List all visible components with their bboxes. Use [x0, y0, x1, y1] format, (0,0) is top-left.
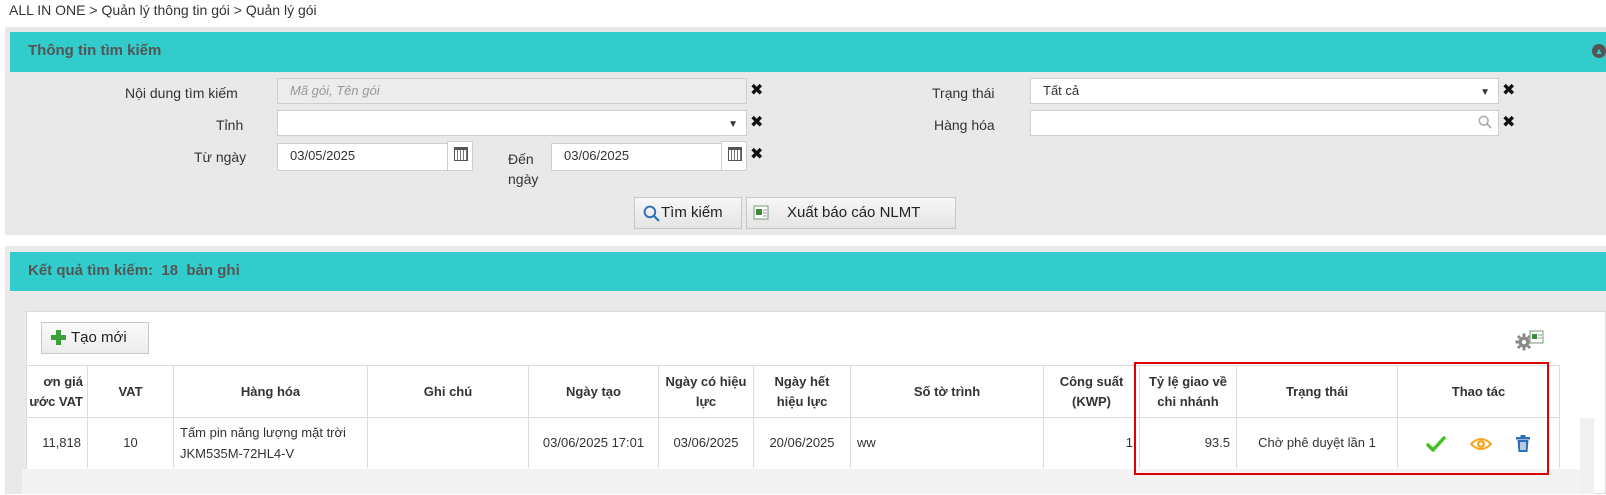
cell-note [367, 417, 529, 468]
breadcrumb: ALL IN ONE > Quản lý thông tin gói > Quả… [9, 2, 317, 18]
chevron-down-icon: ▼ [728, 119, 738, 130]
province-select[interactable]: ▼ [277, 110, 747, 136]
col-header-note[interactable]: Ghi chú [367, 365, 529, 418]
col-header-actions: Thao tác [1397, 365, 1560, 418]
status-value: Tất cả [1043, 83, 1080, 98]
check-icon[interactable] [1426, 435, 1446, 453]
results-count: 18 [161, 262, 179, 279]
col-header-vat[interactable]: VAT [87, 365, 174, 418]
cell-goods-line1: Tấm pin năng lượng mặt trời [180, 424, 346, 440]
trash-icon[interactable] [1515, 434, 1531, 453]
col-header-price-line2: ước VAT [29, 393, 83, 409]
cell-valid-to: 20/06/2025 [753, 417, 851, 468]
to-date-input[interactable]: 03/06/2025 [551, 143, 723, 171]
col-header-valid-to-line1: Ngày hết [774, 373, 830, 389]
col-header-ratio-line2: chi nhánh [1157, 393, 1219, 409]
status-select[interactable]: Tất cả ▼ [1030, 78, 1499, 104]
results-count-suffix: bản ghi [186, 262, 240, 279]
from-date-label: Từ ngày [194, 149, 247, 165]
cell-actions [1397, 417, 1560, 468]
province-label: Tỉnh [216, 117, 244, 133]
search-icon [643, 205, 660, 222]
goods-label: Hàng hóa [934, 117, 995, 133]
col-header-created[interactable]: Ngày tạo [528, 365, 659, 418]
to-calendar-button[interactable] [721, 141, 747, 171]
cell-status: Chờ phê duyệt lần 1 [1236, 417, 1398, 468]
cell-price: 11,818 [27, 417, 88, 468]
chevron-down-icon: ▼ [1480, 87, 1490, 98]
col-header-valid-to[interactable]: Ngày hết hiệu lực [753, 365, 851, 418]
cell-valid-from: 03/06/2025 [658, 417, 754, 468]
goods-input[interactable] [1030, 110, 1499, 136]
col-header-valid-to-line2: hiệu lực [776, 393, 828, 409]
cell-created: 03/06/2025 17:01 [528, 417, 659, 468]
search-button[interactable]: Tìm kiếm [634, 197, 742, 229]
col-header-ratio-line1: Tỷ lệ giao về [1148, 373, 1228, 389]
eye-icon[interactable] [1469, 436, 1492, 452]
results-panel: Kết quả tìm kiếm: 18 bản ghi Tạo mới ơn … [5, 246, 1606, 494]
table-row[interactable]: 11,818 10 Tấm pin năng lượng mặt trời JKM… [27, 417, 1560, 468]
from-calendar-button[interactable] [447, 141, 473, 171]
results-title-prefix: Kết quả tìm kiếm: [28, 262, 154, 279]
col-header-price[interactable]: ơn giá ước VAT [27, 365, 88, 418]
table-header-row: ơn giá ước VAT VAT Hàng hóa Ghi chú Ngày … [27, 365, 1560, 418]
col-header-valid-from[interactable]: Ngày có hiệu lực [658, 365, 754, 418]
clear-province-icon[interactable]: ✖ [750, 115, 763, 131]
calendar-icon [728, 147, 742, 161]
col-header-goods[interactable]: Hàng hóa [173, 365, 368, 418]
results-panel-header: Kết quả tìm kiếm: 18 bản ghi [10, 252, 1606, 291]
cell-goods: Tấm pin năng lượng mặt trời JKM535M-72HL4… [173, 417, 368, 468]
clear-goods-icon[interactable]: ✖ [1502, 115, 1515, 131]
excel-icon [753, 205, 769, 220]
cell-capacity: 1 [1043, 417, 1140, 468]
next-row-stripe [22, 469, 1582, 494]
col-header-capacity-line2: (KWP) [1072, 393, 1111, 409]
search-panel-title: Thông tin tìm kiếm [28, 42, 162, 59]
cell-doc-no: ww [850, 417, 1044, 468]
col-header-ratio[interactable]: Tỷ lệ giao về chi nhánh [1139, 365, 1237, 418]
search-button-label: Tìm kiếm [661, 204, 723, 221]
search-content-input[interactable]: Mã gói, Tên gói [277, 78, 747, 104]
search-icon [1478, 115, 1492, 129]
search-panel-header[interactable]: Thông tin tìm kiếm ▲ [10, 32, 1606, 72]
results-table: ơn giá ước VAT VAT Hàng hóa Ghi chú Ngày … [27, 365, 1560, 468]
col-header-doc-no[interactable]: Số tờ trình [850, 365, 1044, 418]
search-panel: Thông tin tìm kiếm ▲ Nội dung tìm kiếm M… [5, 27, 1606, 235]
results-title: Kết quả tìm kiếm: 18 bản ghi [28, 262, 240, 279]
cell-vat: 10 [87, 417, 174, 468]
table-viewport: ơn giá ước VAT VAT Hàng hóa Ghi chú Ngày … [27, 312, 1606, 495]
results-body: Tạo mới ơn giá ước VAT VAT Hàng hóa Ghi … [26, 311, 1606, 494]
col-header-valid-from-line2: lực [695, 393, 717, 409]
content-label: Nội dung tìm kiếm [125, 85, 238, 101]
col-header-status[interactable]: Trạng thái [1236, 365, 1398, 418]
calendar-icon [454, 147, 468, 161]
cell-ratio: 93.5 [1139, 417, 1237, 468]
from-date-input[interactable]: 03/05/2025 [277, 143, 449, 171]
to-date-label: Đến ngày [508, 151, 539, 187]
export-button-label: Xuất báo cáo NLMT [787, 204, 921, 221]
cell-goods-line2: JKM535M-72HL4-V [180, 445, 295, 461]
clear-status-icon[interactable]: ✖ [1502, 83, 1515, 99]
col-header-capacity-line1: Công suất [1059, 373, 1124, 389]
col-header-valid-from-line1: Ngày có hiệu [665, 373, 747, 389]
status-label: Trạng thái [932, 85, 995, 101]
clear-date-icon[interactable]: ✖ [750, 147, 763, 163]
vertical-scrollbar[interactable] [1580, 418, 1594, 494]
collapse-icon[interactable]: ▲ [1592, 44, 1606, 58]
col-header-price-line1: ơn giá [43, 373, 83, 389]
col-header-capacity[interactable]: Công suất (KWP) [1043, 365, 1140, 418]
export-report-button[interactable]: Xuất báo cáo NLMT [746, 197, 956, 229]
clear-content-icon[interactable]: ✖ [750, 83, 763, 99]
